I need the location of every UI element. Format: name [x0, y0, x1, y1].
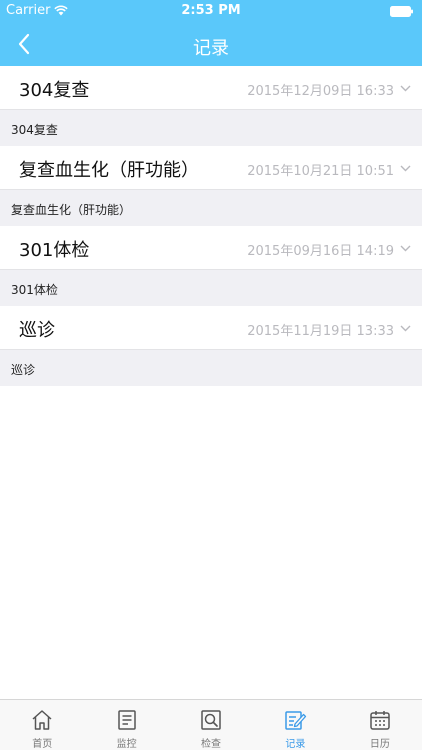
- tab-monitor[interactable]: 监控: [84, 700, 168, 750]
- record-detail: 304复查: [0, 110, 422, 146]
- tab-label: 日历: [369, 739, 390, 750]
- chevron-down-icon: [400, 325, 411, 332]
- record-row[interactable]: 304复查 2015年12月09日 16:33: [0, 66, 422, 110]
- record-detail-text: 304复查: [11, 123, 58, 137]
- tab-records[interactable]: 记录: [253, 700, 337, 750]
- tab-label: 记录: [285, 739, 306, 750]
- page-title: 记录: [193, 38, 229, 59]
- calendar-icon: [370, 711, 390, 730]
- record-date: 2015年11月19日 13:33: [247, 324, 394, 339]
- record-title: 304复查: [19, 80, 90, 101]
- record-detail: 复查血生化（肝功能）: [0, 190, 422, 226]
- record-detail-text: 301体检: [11, 283, 58, 297]
- record-row[interactable]: 复查血生化（肝功能） 2015年10月21日 10:51: [0, 146, 422, 190]
- tab-home[interactable]: 首页: [0, 700, 84, 750]
- record-row[interactable]: 301体检 2015年09月16日 14:19: [0, 226, 422, 270]
- tab-check[interactable]: 检查: [169, 700, 253, 750]
- tab-calendar[interactable]: 日历: [338, 700, 422, 750]
- record-date: 2015年12月09日 16:33: [247, 84, 394, 99]
- tab-bar: 首页 监控 检查 记录 日历: [0, 699, 422, 750]
- tab-label: 监控: [116, 739, 137, 750]
- edit-icon: [285, 711, 307, 730]
- record-date: 2015年10月21日 10:51: [247, 164, 394, 179]
- tab-label: 首页: [32, 739, 53, 750]
- record-date: 2015年09月16日 14:19: [247, 244, 394, 259]
- chevron-down-icon: [400, 245, 411, 252]
- record-detail: 巡诊: [0, 350, 422, 386]
- status-bar: Carrier 2:53 PM: [0, 0, 422, 22]
- record-title: 301体检: [19, 240, 90, 261]
- record-row[interactable]: 巡诊 2015年11月19日 13:33: [0, 306, 422, 350]
- home-icon: [32, 710, 52, 730]
- battery-icon: [390, 6, 413, 17]
- monitor-icon: [117, 710, 136, 730]
- record-title: 复查血生化（肝功能）: [19, 160, 199, 181]
- record-title: 巡诊: [19, 320, 55, 341]
- record-list: 304复查 2015年12月09日 16:33 304复查 复查血生化（肝功能）…: [0, 66, 422, 386]
- search-icon: [201, 710, 221, 730]
- record-detail: 301体检: [0, 270, 422, 306]
- chevron-down-icon: [400, 165, 411, 172]
- tab-label: 检查: [201, 739, 222, 750]
- clock: 2:53 PM: [181, 3, 241, 18]
- record-detail-text: 巡诊: [11, 363, 36, 377]
- record-detail-text: 复查血生化（肝功能）: [11, 203, 132, 217]
- chevron-down-icon: [400, 85, 411, 92]
- nav-bar: Carrier 2:53 PM 记录: [0, 0, 422, 66]
